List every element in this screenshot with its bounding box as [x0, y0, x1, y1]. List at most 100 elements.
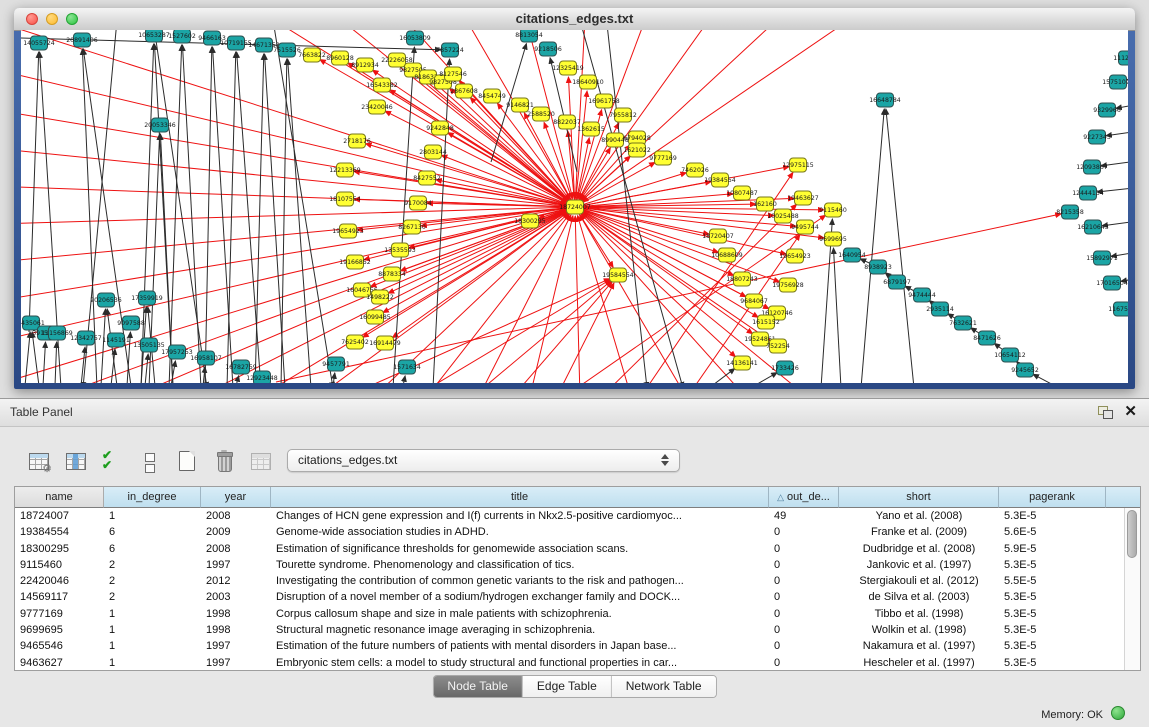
- graph-node[interactable]: 19384554: [704, 173, 736, 187]
- tab-edge-table[interactable]: Edge Table: [523, 676, 612, 697]
- graph-node[interactable]: 20053346: [144, 118, 176, 132]
- graph-node[interactable]: 12923448: [246, 371, 278, 383]
- scrollbar-thumb[interactable]: [1127, 510, 1137, 558]
- graph-node[interactable]: 12975115: [782, 158, 814, 172]
- select-all-rows-icon[interactable]: ✔✔: [102, 451, 124, 473]
- table-source-select[interactable]: citations_edges.txt: [287, 449, 680, 472]
- tab-network-table[interactable]: Network Table: [612, 676, 716, 697]
- table-row[interactable]: 946362711997Embryonic stem cells: a mode…: [15, 655, 1140, 671]
- graph-node[interactable]: 9170084: [404, 196, 432, 210]
- graph-edge[interactable]: [32, 332, 39, 383]
- table-settings-icon[interactable]: ⚙: [28, 450, 50, 472]
- graph-edge[interactable]: [333, 373, 335, 383]
- column-header-name[interactable]: name: [15, 487, 104, 508]
- network-view-window[interactable]: citations_edges.txt 18724007195845541830…: [14, 8, 1135, 389]
- graph-node[interactable]: 23420046: [361, 100, 393, 114]
- graph-node[interactable]: 16648784: [869, 93, 901, 107]
- graph-edge[interactable]: [393, 47, 414, 383]
- graph-node[interactable]: 19463627: [787, 191, 819, 205]
- graph-node[interactable]: 19654923: [332, 224, 364, 238]
- graph-node[interactable]: 7857224: [436, 43, 464, 57]
- column-header-year[interactable]: year: [201, 487, 271, 508]
- float-panel-icon[interactable]: [1098, 406, 1113, 419]
- graph-node[interactable]: 9329966: [1093, 103, 1121, 117]
- graph-node[interactable]: 19166852: [339, 255, 371, 269]
- graph-node[interactable]: 8427552: [413, 171, 441, 185]
- network-canvas[interactable]: 1872400719584554183002957663822896012889…: [21, 30, 1128, 383]
- table-row[interactable]: 1830029562008Estimation of significance …: [15, 541, 1140, 557]
- graph-edge[interactable]: [55, 342, 57, 383]
- graph-edge[interactable]: [531, 215, 826, 383]
- graph-node[interactable]: 15751074: [1102, 75, 1128, 89]
- table-row[interactable]: 1872400712008Changes of HCN gene express…: [15, 508, 1140, 524]
- graph-node[interactable]: 8813054: [515, 30, 543, 42]
- graph-edge[interactable]: [747, 373, 777, 383]
- unselect-rows-icon[interactable]: [139, 450, 161, 472]
- graph-node[interactable]: 9495744: [791, 220, 819, 234]
- graph-node[interactable]: 2803144: [419, 145, 447, 159]
- graph-node[interactable]: 1527602: [168, 30, 196, 43]
- graph-node[interactable]: 1167534: [1108, 302, 1128, 316]
- graph-node[interactable]: 752254: [766, 339, 790, 353]
- graph-node[interactable]: 8912934: [351, 58, 379, 72]
- delete-table-icon[interactable]: [213, 450, 235, 472]
- graph-node[interactable]: 19654923: [779, 249, 811, 263]
- graph-node[interactable]: 7625402: [341, 335, 369, 349]
- graph-node[interactable]: 1571634: [393, 360, 421, 374]
- graph-edge[interactable]: [237, 52, 261, 383]
- graph-node[interactable]: 10654112: [994, 348, 1026, 362]
- graph-node[interactable]: 8471626: [973, 331, 1001, 345]
- graph-node[interactable]: 1362615: [577, 122, 605, 136]
- graph-node[interactable]: 10688609: [711, 248, 743, 262]
- graph-node[interactable]: 16782759: [225, 360, 257, 374]
- graph-edge[interactable]: [29, 52, 39, 332]
- graph-edge[interactable]: [385, 111, 575, 207]
- table-row[interactable]: 2242004622012Investigating the contribut…: [15, 573, 1140, 589]
- graph-edge[interactable]: [575, 207, 786, 254]
- graph-node[interactable]: 12342757: [70, 331, 102, 345]
- graph-edge[interactable]: [441, 155, 575, 207]
- tab-node-table[interactable]: Node Table: [433, 676, 523, 697]
- graph-node[interactable]: 14136141: [726, 356, 758, 370]
- graph-node[interactable]: 2935114: [926, 302, 954, 316]
- graph-node[interactable]: 10807487: [726, 186, 758, 200]
- table-row[interactable]: 969969511998Structural magnetic resonanc…: [15, 622, 1140, 638]
- minimize-window-icon[interactable]: [46, 13, 58, 25]
- graph-node[interactable]: 15892971: [1086, 251, 1118, 265]
- column-header-out_degree[interactable]: △out_de...: [769, 487, 839, 508]
- graph-node[interactable]: 19756928: [772, 278, 804, 292]
- vertical-scrollbar[interactable]: [1124, 508, 1140, 670]
- graph-edge[interactable]: [451, 281, 611, 383]
- column-header-short[interactable]: short: [839, 487, 999, 508]
- column-header-pagerank[interactable]: pagerank: [999, 487, 1106, 508]
- table-row[interactable]: 977716911998Corpus callosum shape and si…: [15, 606, 1140, 622]
- graph-edge[interactable]: [205, 47, 212, 383]
- graph-edge[interactable]: [575, 207, 780, 282]
- graph-edge[interactable]: [182, 45, 201, 383]
- graph-node[interactable]: 1621022: [623, 143, 651, 157]
- graph-node[interactable]: 17957253: [161, 345, 193, 359]
- graph-node[interactable]: 16958107: [190, 351, 222, 365]
- graph-node[interactable]: 7955812: [609, 108, 637, 122]
- graph-edge[interactable]: [236, 376, 239, 383]
- new-table-icon[interactable]: [176, 450, 198, 472]
- graph-edge[interactable]: [281, 59, 287, 383]
- graph-node[interactable]: 9146821: [506, 98, 534, 112]
- graph-edge[interactable]: [213, 47, 233, 383]
- graph-node[interactable]: 9115460: [819, 203, 847, 217]
- graph-edge[interactable]: [101, 309, 105, 383]
- graph-node[interactable]: 1112704: [1113, 51, 1128, 65]
- graph-node[interactable]: 8215358: [1056, 205, 1084, 219]
- memory-status-icon[interactable]: [1111, 706, 1125, 720]
- graph-node[interactable]: 8454749: [478, 89, 506, 103]
- graph-node[interactable]: 12444134: [1072, 186, 1104, 200]
- graph-edge[interactable]: [861, 109, 884, 383]
- graph-node[interactable]: 7462026: [681, 163, 709, 177]
- graph-edge[interactable]: [833, 248, 841, 383]
- graph-edge[interactable]: [403, 376, 405, 383]
- graph-node[interactable]: 12213369: [329, 163, 361, 177]
- graph-node[interactable]: 9218506: [534, 42, 562, 56]
- graph-node[interactable]: 12093867: [1076, 160, 1108, 174]
- graph-node[interactable]: 17016504: [1096, 276, 1128, 290]
- network-window-titlebar[interactable]: citations_edges.txt: [14, 8, 1135, 31]
